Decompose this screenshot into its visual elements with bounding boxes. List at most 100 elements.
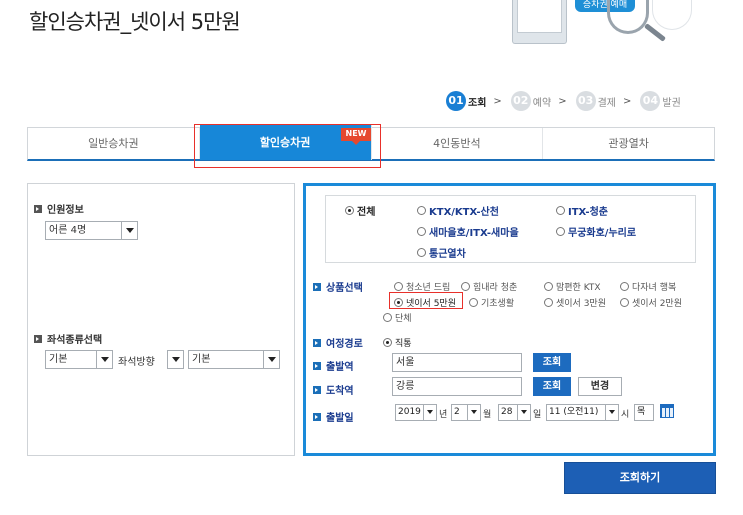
year-unit: 년: [439, 410, 448, 420]
day-value: 28: [501, 407, 513, 417]
radio-circle: [417, 248, 426, 257]
departure-station-input[interactable]: 서울: [392, 353, 522, 372]
seat-direction-label: 좌석방향: [118, 357, 155, 368]
radio-train-itx-cheongchun[interactable]: ITX-청춘: [556, 203, 608, 218]
radio-label: ITX-청춘: [568, 207, 608, 218]
step-number: 04: [640, 91, 661, 111]
radio-circle: [417, 227, 426, 236]
progress-steps: 01 조회 > 02 예약 > 03 결제 > 04 발권: [446, 91, 681, 111]
radio-label: 셋이서 2만원: [632, 299, 682, 309]
year-select[interactable]: 2019: [395, 404, 437, 421]
radio-circle: [394, 298, 403, 307]
passenger-label-text: 인원정보: [47, 205, 84, 216]
departure-label-text: 출발역: [326, 362, 354, 373]
banner-decoration: [652, 0, 692, 30]
tab-general[interactable]: 일반승차권: [28, 128, 200, 159]
step-payment: 03 결제: [575, 91, 616, 111]
new-badge: NEW: [341, 128, 371, 145]
search-submit-button[interactable]: 조회하기: [564, 462, 716, 494]
product-label: 상품선택: [313, 279, 363, 294]
bullet-icon: [313, 412, 321, 421]
radio-label: 셋이서 3만원: [556, 299, 606, 309]
radio-product-three-20k[interactable]: 셋이서 2만원: [620, 296, 682, 309]
hour-unit: 시: [621, 410, 630, 420]
hour-select[interactable]: 11 (오전11): [546, 404, 619, 421]
radio-product-group[interactable]: 단체: [383, 311, 412, 324]
radio-circle: [417, 206, 426, 215]
radio-train-ktx[interactable]: KTX/KTX-산천: [417, 203, 499, 218]
year-value: 2019: [398, 407, 421, 417]
seat-direction-select[interactable]: 기본: [188, 350, 280, 369]
tab-tour-train[interactable]: 관광열차: [543, 128, 714, 159]
promo-banner[interactable]: 승차권 예매: [512, 0, 692, 46]
arrival-label: 도착역: [313, 382, 354, 397]
radio-train-mugunghwa[interactable]: 무궁화호/누리로: [556, 224, 636, 239]
step-label: 발권: [662, 97, 681, 109]
radio-product-cheer[interactable]: 힘내라 청춘: [461, 280, 517, 293]
passenger-count-select[interactable]: 어른 4명: [45, 221, 138, 240]
search-panel: 전체 KTX/KTX-산천 ITX-청춘 새마을호/ITX-새마을 무궁화호/누…: [303, 183, 716, 456]
passenger-panel: 인원정보 어른 4명 좌석종류선택 기본 좌석방향 기본: [27, 183, 295, 456]
train-type-box: 전체 KTX/KTX-산천 ITX-청춘 새마을호/ITX-새마을 무궁화호/누…: [325, 195, 696, 263]
chevron-down-icon: [467, 405, 480, 420]
radio-product-basic-living[interactable]: 기초생활: [469, 296, 514, 309]
seat-direction-dropdown[interactable]: [167, 350, 184, 369]
radio-product-three-30k[interactable]: 셋이서 3만원: [544, 296, 606, 309]
step-number: 03: [575, 91, 596, 111]
seat-type-value: 기본: [49, 354, 68, 365]
arrival-label-text: 도착역: [326, 386, 354, 397]
radio-circle: [544, 298, 553, 307]
day-select[interactable]: 28: [498, 404, 531, 421]
radio-circle: [383, 313, 392, 322]
chevron-down-icon: [517, 405, 530, 420]
magnifier-icon: [607, 0, 649, 34]
radio-product-comfort-ktx[interactable]: 맘편한 KTX: [544, 280, 601, 293]
radio-circle: [469, 298, 478, 307]
radio-circle: [461, 282, 470, 291]
day-unit: 일: [533, 410, 542, 420]
radio-circle: [345, 206, 354, 215]
tab-group-seat[interactable]: 4인동반석: [372, 128, 544, 159]
calendar-icon[interactable]: [660, 404, 674, 418]
month-select[interactable]: 2: [451, 404, 481, 421]
step-search: 01 조회: [446, 91, 486, 111]
step-label: 예약: [532, 97, 552, 109]
radio-product-multichild[interactable]: 다자녀 행복: [620, 280, 676, 293]
radio-label: 다자녀 행복: [632, 283, 677, 293]
bullet-icon: [34, 334, 42, 343]
arrival-station-input[interactable]: 강릉: [392, 377, 522, 396]
bullet-icon: [313, 361, 321, 370]
radio-label: 무궁화호/누리로: [568, 228, 637, 239]
departure-search-button[interactable]: 조회: [533, 353, 571, 372]
month-value: 2: [454, 407, 460, 417]
radio-circle: [383, 338, 392, 347]
swap-stations-button[interactable]: 변경: [578, 377, 622, 396]
radio-route-direct[interactable]: 직통: [383, 336, 412, 349]
radio-train-commuter[interactable]: 통근열차: [417, 245, 466, 260]
date-label-text: 출발일: [326, 413, 354, 424]
arrival-search-button[interactable]: 조회: [533, 377, 571, 396]
ticket-type-tabs: 일반승차권 할인승차권 4인동반석 관광열차: [27, 125, 715, 161]
radio-label: 단체: [395, 314, 412, 324]
step-reserve: 02 예약: [510, 91, 552, 111]
chevron-right-icon: >: [558, 95, 567, 107]
radio-label: 전체: [357, 207, 376, 218]
radio-circle: [620, 298, 629, 307]
radio-train-saemaeul[interactable]: 새마을호/ITX-새마을: [417, 224, 519, 239]
monitor-icon: [512, 0, 567, 44]
seat-direction-value: 기본: [192, 354, 211, 365]
chevron-down-icon: [605, 405, 618, 420]
chevron-down-icon: [96, 351, 112, 368]
radio-label: KTX/KTX-산천: [429, 207, 499, 218]
chevron-down-icon: [263, 351, 279, 368]
hour-value: 11 (오전11): [549, 407, 599, 417]
month-unit: 월: [483, 410, 492, 420]
step-label: 조회: [468, 97, 487, 109]
seat-section-label: 좌석종류선택: [34, 331, 102, 346]
radio-train-all[interactable]: 전체: [345, 203, 375, 218]
radio-product-four-50k[interactable]: 넷이서 5만원: [394, 296, 456, 309]
product-label-text: 상품선택: [326, 283, 363, 294]
departure-label: 출발역: [313, 358, 354, 373]
seat-label-text: 좌석종류선택: [47, 335, 103, 346]
seat-type-select[interactable]: 기본: [45, 350, 113, 369]
